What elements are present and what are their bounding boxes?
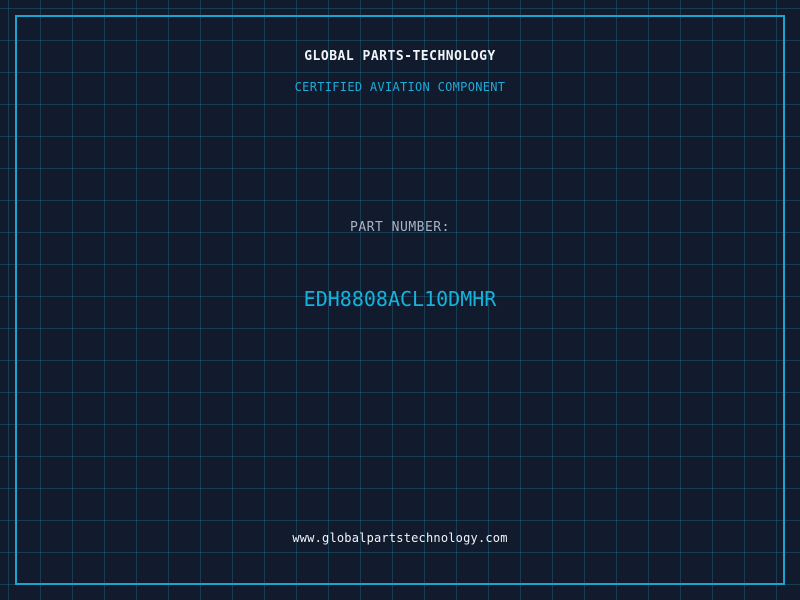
part-number-value: EDH8808ACL10DMHR (303, 287, 497, 311)
company-name: GLOBAL PARTS-TECHNOLOGY (304, 49, 496, 64)
certification-subtitle: CERTIFIED AVIATION COMPONENT (294, 80, 506, 94)
part-number-label: PART NUMBER: (350, 220, 450, 235)
website-url: www.globalpartstechnology.com (292, 531, 508, 545)
page-canvas: GLOBAL PARTS-TECHNOLOGY CERTIFIED AVIATI… (0, 0, 800, 600)
